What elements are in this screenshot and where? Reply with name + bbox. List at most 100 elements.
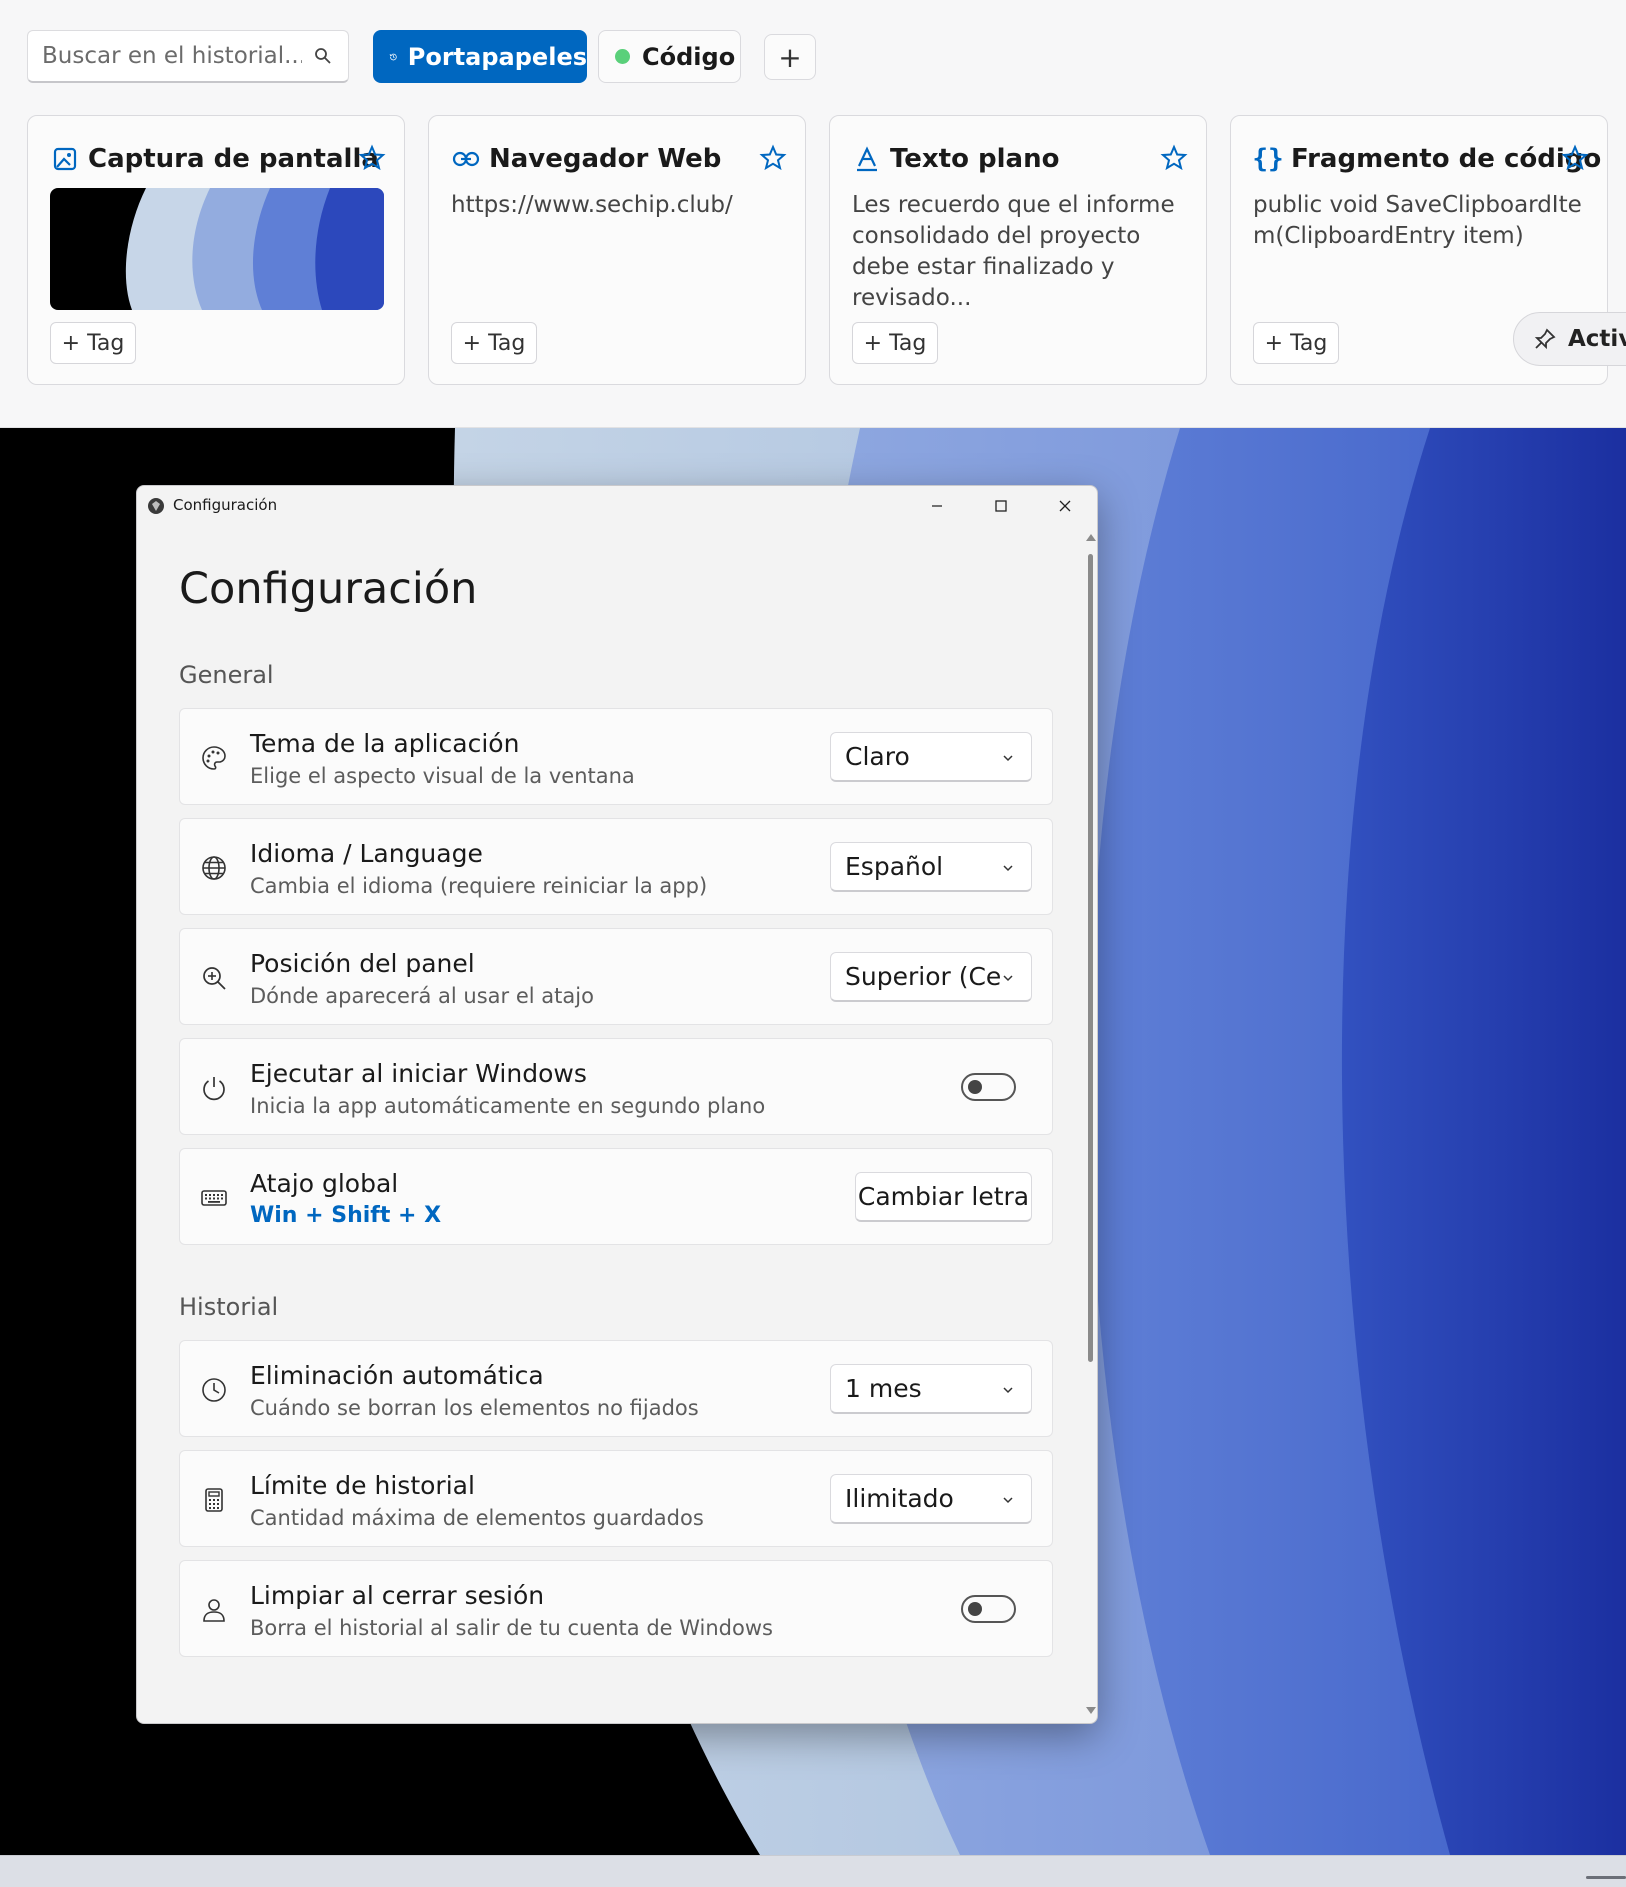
user-icon [203,1599,225,1622]
calculator-icon [205,1488,223,1512]
setting-title: Atajo global [250,1169,399,1198]
maximize-button[interactable] [969,486,1033,526]
setting-description: Elige el aspecto visual de la ventana [250,764,635,788]
setting-title: Posición del panel [250,949,475,978]
scroll-down-arrow-icon[interactable] [1086,1707,1096,1714]
setting-title: Limpiar al cerrar sesión [250,1581,545,1610]
image-icon [50,144,80,174]
search-box [27,30,349,83]
setting-row-theme: Tema de la aplicación Elige el aspecto v… [179,708,1053,805]
card-content: Les recuerdo que el informe consolidado … [852,192,1175,311]
dropdown-value: Español [845,852,944,881]
close-button[interactable] [1033,486,1097,526]
search-input[interactable] [42,43,302,69]
settings-window: Configuración Configuración General Tema… [136,485,1098,1724]
setting-title: Eliminación automática [250,1361,544,1390]
card-title: Texto plano [890,144,1060,174]
power-icon [203,1077,225,1101]
history-icon [389,53,397,60]
auto-delete-dropdown[interactable]: 1 mes [830,1364,1032,1414]
clock-icon [202,1378,226,1402]
search-icon[interactable] [314,47,332,65]
star-icon[interactable] [759,144,787,172]
setting-row-panel-position: Posición del panel Dónde aparecerá al us… [179,928,1053,1025]
setting-description: Cuándo se borran los elementos no fijado… [250,1396,699,1420]
setting-row-history-limit: Límite de historial Cantidad máxima de e… [179,1450,1053,1547]
language-dropdown[interactable]: Español [830,842,1032,892]
minimize-button[interactable] [905,486,969,526]
close-icon [1059,500,1071,512]
scroll-up-arrow-icon[interactable] [1086,534,1096,541]
setting-description: Cantidad máxima de elementos guardados [250,1506,704,1530]
setting-row-language: Idioma / Language Cambia el idioma (requ… [179,818,1053,915]
status-dot-icon [615,49,630,64]
setting-row-auto-delete: Eliminación automática Cuándo se borran … [179,1340,1053,1437]
star-icon[interactable] [358,144,386,172]
clip-card-web[interactable]: Navegador Web https://www.sechip.club/ +… [428,115,806,385]
add-tag-button[interactable]: + Tag [852,322,938,364]
text-icon [852,144,882,174]
vertical-scrollbar[interactable] [1086,534,1096,1714]
card-title: Navegador Web [489,144,722,174]
star-icon[interactable] [1561,144,1589,172]
page-title: Configuración [179,564,478,614]
add-tag-button[interactable]: + Tag [1253,322,1339,364]
dropdown-value: Superior (Ce [845,962,1002,991]
chevron-down-icon [1001,861,1015,875]
add-tag-button[interactable]: + Tag [451,322,537,364]
theme-dropdown[interactable]: Claro [830,732,1032,782]
braces-icon: {} [1252,144,1284,174]
chevron-down-icon [1001,1383,1015,1397]
tab-clipboard[interactable]: Portapapeles [373,30,587,83]
dropdown-value: 1 mes [845,1374,922,1403]
app-icon [148,498,164,514]
window-title: Configuración [173,496,278,514]
pin-icon [1534,328,1556,350]
pin-label: Activa [1568,326,1626,352]
add-tag-button[interactable]: + Tag [50,322,136,364]
dropdown-value: Ilimitado [845,1484,954,1513]
tab-label: Portapapeles [407,42,587,71]
setting-description: Dónde aparecerá al usar el atajo [250,984,594,1008]
setting-description: Inicia la app automáticamente en segundo… [250,1094,766,1118]
setting-row-shortcut: Atajo global Win + Shift + X Cambiar let… [179,1148,1053,1245]
setting-title: Ejecutar al iniciar Windows [250,1059,587,1088]
clip-card-screenshot[interactable]: Captura de pantalla + Tag [27,115,405,385]
star-icon[interactable] [1160,144,1188,172]
card-content: public void SaveClipboardItem(ClipboardE… [1253,192,1582,249]
setting-description: Cambia el idioma (requiere reiniciar la … [250,874,708,898]
link-icon [451,144,481,174]
setting-row-clear-on-logout: Limpiar al cerrar sesión Borra el histor… [179,1560,1053,1657]
keyboard-icon [201,1190,227,1206]
setting-row-startup: Ejecutar al iniciar Windows Inicia la ap… [179,1038,1053,1135]
setting-title: Idioma / Language [250,839,483,868]
add-tab-button[interactable]: + [764,34,816,80]
change-key-button[interactable]: Cambiar letra [855,1172,1032,1222]
clipboard-panel: Portapapeles Código + Captura de pantall… [0,0,1626,428]
card-title: Fragmento de código [1291,144,1602,174]
pin-button[interactable]: Activa [1513,312,1626,366]
history-limit-dropdown[interactable]: Ilimitado [830,1474,1032,1524]
setting-title: Tema de la aplicación [250,729,520,758]
screenshot-thumbnail [50,188,384,310]
setting-description: Borra el historial al salir de tu cuenta… [250,1616,773,1640]
title-bar[interactable]: Configuración [137,486,1097,526]
scrollbar-thumb[interactable] [1088,554,1093,1362]
tab-code[interactable]: Código [598,30,741,83]
clear-on-logout-toggle[interactable] [961,1595,1016,1623]
clip-card-text[interactable]: Texto plano Les recuerdo que el informe … [829,115,1207,385]
startup-toggle[interactable] [961,1073,1016,1101]
tab-label: Código [642,42,736,71]
panel-position-dropdown[interactable]: Superior (Ce [830,952,1032,1002]
taskbar-indicator [1586,1876,1626,1879]
hotkey-value: Win + Shift + X [250,1203,442,1228]
section-label-history: Historial [179,1293,279,1321]
taskbar [0,1855,1626,1887]
dropdown-value: Claro [845,742,910,771]
section-label-general: General [179,661,274,689]
chevron-down-icon [1001,751,1015,765]
palette-icon [202,746,226,770]
zoom-icon [203,967,226,990]
minimize-icon [932,505,942,507]
maximize-icon [995,500,1007,512]
